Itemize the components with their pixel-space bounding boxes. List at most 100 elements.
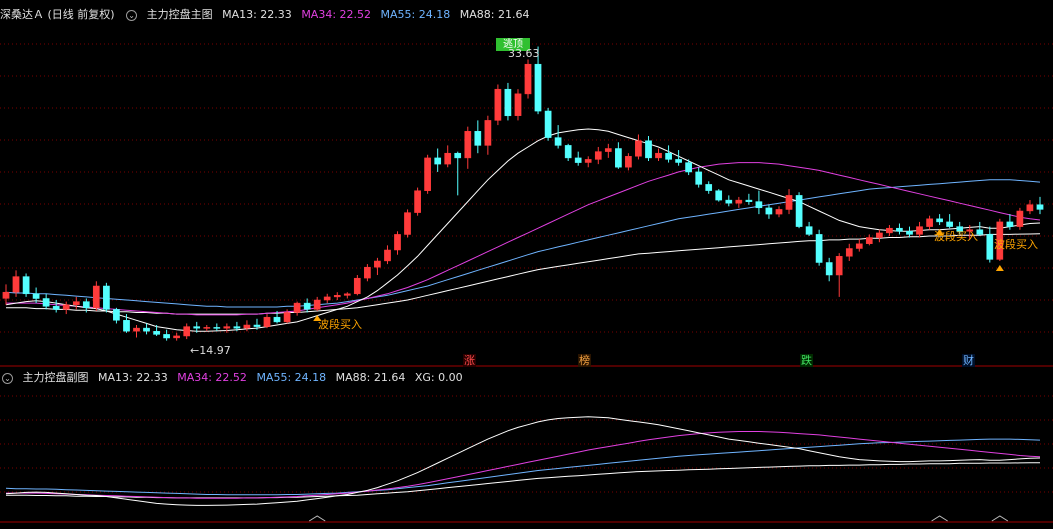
ma13-line <box>5 128 1041 332</box>
low-price-label: ←14.97 <box>190 344 231 357</box>
candle-body-61 <box>615 148 622 168</box>
sub-ma34-value: MA34: 22.52 <box>177 371 247 384</box>
main-indicator-name[interactable]: 主力控盘主图 <box>147 8 213 21</box>
event-marker-finance[interactable]: 财 <box>962 354 975 367</box>
candle-body-81 <box>815 234 823 263</box>
candle-body-37 <box>374 260 381 268</box>
candle-body-5 <box>52 306 60 310</box>
candle-body-41 <box>414 190 421 213</box>
candle-body-64 <box>645 140 652 159</box>
event-marker-fall[interactable]: 跌 <box>800 354 813 367</box>
kline-chart[interactable] <box>0 0 1053 529</box>
candle-body-43 <box>434 157 442 165</box>
candle-body-59 <box>594 151 602 160</box>
xg-spike-1 <box>931 515 948 522</box>
candle-body-86 <box>865 237 873 244</box>
event-marker-rise[interactable]: 涨 <box>463 354 476 367</box>
candle-body-30 <box>303 302 311 310</box>
candle-body-91 <box>916 226 923 235</box>
candle-body-45 <box>454 152 462 159</box>
main-ma55-value: MA55: 24.18 <box>380 8 451 21</box>
candle-body-15 <box>153 331 160 335</box>
candle-body-75 <box>755 201 763 209</box>
sub-indicator-menu-icon[interactable]: ⌄ <box>2 372 13 384</box>
candle-body-79 <box>795 195 803 227</box>
candle-body-20 <box>203 327 211 329</box>
candle-body-89 <box>896 227 903 232</box>
candle-body-102 <box>1026 204 1034 212</box>
candle-body-34 <box>343 293 351 296</box>
candle-body-52 <box>524 63 532 95</box>
indicator-menu-icon[interactable]: ⌄ <box>126 9 138 21</box>
buy-signal-label-3: 波段买入 <box>994 238 1038 251</box>
buy-signal-label: 波段买入 <box>318 318 362 331</box>
candle-body-33 <box>333 295 341 298</box>
candle-body-9 <box>92 285 100 309</box>
ma88-line <box>6 233 1041 315</box>
candle-body-80 <box>805 226 813 235</box>
candle-body-7 <box>72 301 80 305</box>
candle-body-72 <box>725 199 733 204</box>
candle-body-70 <box>705 184 713 191</box>
candle-body-50 <box>504 88 512 117</box>
candle-body-8 <box>82 301 90 309</box>
ma55-line <box>5 179 1041 308</box>
candle-body-23 <box>233 326 241 329</box>
candle-body-92 <box>926 218 933 227</box>
candle-body-3 <box>32 293 40 299</box>
candle-body-82 <box>825 262 833 276</box>
sub-xg-value: XG: 0.00 <box>414 371 463 384</box>
kline-chart-stage: 深桑达Ａ (日线 前复权) ⌄ 主力控盘主图 MA13: 22.33 MA34:… <box>0 0 1053 529</box>
candle-body-47 <box>474 131 482 146</box>
candle-body-46 <box>464 131 472 159</box>
candle-body-11 <box>113 309 120 321</box>
candle-body-74 <box>745 199 753 202</box>
xg-spike-2 <box>991 515 1009 522</box>
main-chart-header: 深桑达Ａ (日线 前复权) ⌄ 主力控盘主图 MA13: 22.33 MA34:… <box>0 6 535 24</box>
candle-body-65 <box>655 152 662 159</box>
candle-body-73 <box>735 199 743 204</box>
candle-body-21 <box>213 327 221 329</box>
candle-body-76 <box>765 207 773 215</box>
candle-body-14 <box>143 327 150 332</box>
candle-body-26 <box>263 316 271 327</box>
candle-body-4 <box>42 298 50 307</box>
event-marker-list[interactable]: 榜 <box>578 354 591 367</box>
candle-body-103 <box>1036 204 1044 210</box>
main-ma13-value: MA13: 22.33 <box>222 8 292 21</box>
candle-body-87 <box>876 232 883 238</box>
candle-body-83 <box>835 256 843 276</box>
candle-body-18 <box>183 326 191 337</box>
candle-body-1 <box>12 276 20 293</box>
candle-body-55 <box>554 137 562 146</box>
candle-body-88 <box>886 227 893 234</box>
candle-body-90 <box>906 231 913 235</box>
candle-body-67 <box>675 159 682 163</box>
high-price-label: 33.63 <box>508 47 540 60</box>
candle-body-48 <box>484 120 492 146</box>
candle-body-40 <box>404 212 411 235</box>
stock-name: 深桑达Ａ <box>0 8 44 21</box>
sub-indicator-name[interactable]: 主力控盘副图 <box>23 371 89 384</box>
candle-body-0 <box>2 291 10 299</box>
period-label: (日线 前复权) <box>47 8 115 21</box>
candle-body-94 <box>946 221 953 227</box>
candle-body-38 <box>384 249 391 262</box>
candle-body-49 <box>494 88 502 121</box>
candle-body-28 <box>283 312 291 323</box>
sub-ma55-value: MA55: 24.18 <box>256 371 327 384</box>
candle-body-93 <box>936 218 943 223</box>
candle-body-32 <box>323 296 331 301</box>
candle-body-54 <box>544 110 552 138</box>
candle-body-6 <box>62 304 70 310</box>
buy-signal-arrow-2 <box>995 264 1004 271</box>
candle-body-2 <box>22 276 30 295</box>
candle-body-60 <box>604 148 612 152</box>
candle-body-12 <box>123 320 130 332</box>
candle-body-51 <box>514 93 522 116</box>
candle-body-84 <box>845 248 853 257</box>
candle-body-63 <box>635 140 642 157</box>
candle-body-44 <box>444 152 452 165</box>
candle-body-29 <box>293 302 301 313</box>
candle-body-100 <box>1006 221 1014 227</box>
